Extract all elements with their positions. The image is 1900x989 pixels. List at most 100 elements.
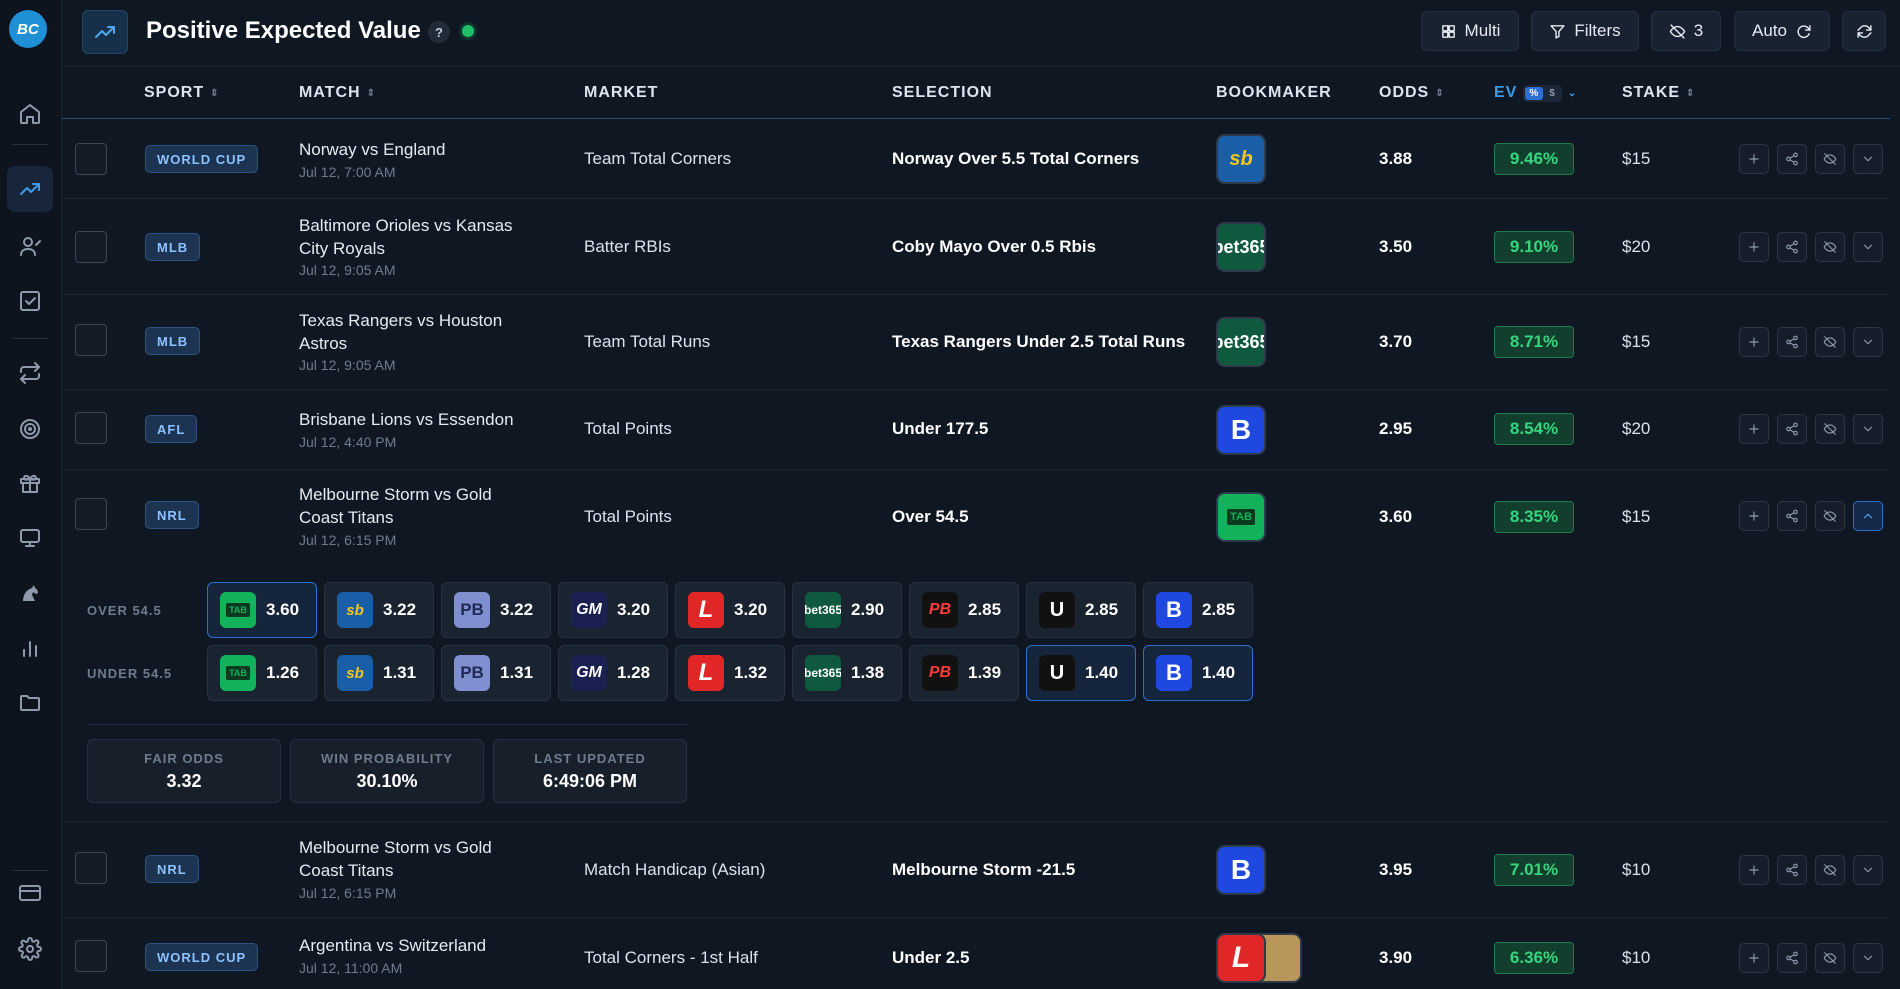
share-button[interactable] — [1777, 855, 1807, 885]
hidden-bets-button[interactable]: 3 — [1651, 11, 1721, 51]
odds-chip[interactable]: PB 1.39 — [909, 645, 1019, 701]
target-icon[interactable] — [7, 406, 53, 452]
gear-icon[interactable] — [7, 926, 53, 972]
expand-button[interactable] — [1853, 943, 1883, 973]
credit-card-icon[interactable] — [7, 870, 53, 916]
hide-button[interactable] — [1815, 501, 1845, 531]
home-icon[interactable] — [7, 91, 53, 137]
ev-value: 9.10% — [1494, 231, 1574, 263]
row-checkbox[interactable] — [75, 324, 107, 356]
col-sport[interactable]: SPORT ⇕ — [144, 84, 220, 102]
share-button[interactable] — [1777, 144, 1807, 174]
odds: 3.88 — [1379, 149, 1413, 168]
help-icon[interactable]: ? — [428, 21, 450, 43]
odds-chip[interactable]: GM 1.28 — [558, 645, 668, 701]
col-ev[interactable]: EV % $ ⌄ — [1494, 84, 1577, 102]
row-checkbox[interactable] — [75, 498, 107, 530]
col-match[interactable]: MATCH ⇕ — [299, 84, 376, 102]
folder-icon[interactable] — [7, 680, 53, 726]
bookmaker-logo[interactable]: B — [1216, 405, 1266, 455]
odds-chip[interactable]: TAB 1.26 — [207, 645, 317, 701]
add-button[interactable] — [1739, 232, 1769, 262]
hide-button[interactable] — [1815, 232, 1845, 262]
bookmaker-logo[interactable]: bet365 — [1216, 317, 1266, 367]
auto-refresh-button[interactable]: Auto — [1734, 11, 1830, 51]
hide-button[interactable] — [1815, 855, 1845, 885]
market: Total Points — [584, 507, 672, 526]
multi-button[interactable]: Multi — [1421, 11, 1519, 51]
user-icon[interactable] — [7, 223, 53, 269]
add-button[interactable] — [1739, 501, 1769, 531]
expand-button[interactable] — [1853, 144, 1883, 174]
hide-button[interactable] — [1815, 414, 1845, 444]
col-stake[interactable]: STAKE ⇕ — [1622, 84, 1695, 102]
table-row[interactable]: WORLD CUP Norway vs England Jul 12, 7:00… — [62, 119, 1890, 199]
odds-chip[interactable]: PB 3.22 — [441, 582, 551, 638]
bookmaker-logo[interactable]: L — [1216, 933, 1266, 983]
table-row[interactable]: AFL Brisbane Lions vs Essendon Jul 12, 4… — [62, 390, 1890, 470]
odds-chip[interactable]: U 1.40 — [1026, 645, 1136, 701]
hide-button[interactable] — [1815, 327, 1845, 357]
sport-badge: NRL — [145, 501, 199, 529]
gift-icon[interactable] — [7, 460, 53, 506]
odds-chip[interactable]: L 3.20 — [675, 582, 785, 638]
app-logo[interactable]: BC — [9, 10, 47, 48]
odds-chip[interactable]: sb 3.22 — [324, 582, 434, 638]
bar-chart-icon[interactable] — [7, 625, 53, 671]
trending-up-icon[interactable] — [7, 166, 53, 212]
add-button[interactable] — [1739, 855, 1769, 885]
repeat-icon[interactable] — [7, 350, 53, 396]
selection: Under 177.5 — [892, 419, 989, 438]
odds-chip[interactable]: U 2.85 — [1026, 582, 1136, 638]
share-button[interactable] — [1777, 501, 1807, 531]
odds-chip[interactable]: GM 3.20 — [558, 582, 668, 638]
add-button[interactable] — [1739, 327, 1769, 357]
row-checkbox[interactable] — [75, 231, 107, 263]
collapse-button[interactable] — [1853, 501, 1883, 531]
bookmaker-logo[interactable]: bet365 — [1216, 222, 1266, 272]
table-row-expanded[interactable]: NRL Melbourne Storm vs Gold Coast Titans… — [62, 470, 1890, 564]
table-row[interactable]: NRL Melbourne Storm vs Gold Coast Titans… — [62, 822, 1890, 918]
odds-chip[interactable]: bet365 1.38 — [792, 645, 902, 701]
bookmaker-logo[interactable]: B — [1216, 845, 1266, 895]
odds-chip[interactable]: L 1.32 — [675, 645, 785, 701]
row-checkbox[interactable] — [75, 940, 107, 972]
bookmaker-logo[interactable]: sb — [1216, 134, 1266, 184]
expand-button[interactable] — [1853, 855, 1883, 885]
odds-chip[interactable]: bet365 2.90 — [792, 582, 902, 638]
table-row[interactable]: MLB Baltimore Orioles vs Kansas City Roy… — [62, 199, 1890, 295]
odds-chip[interactable]: TAB 3.60 — [207, 582, 317, 638]
add-button[interactable] — [1739, 414, 1769, 444]
bookmaker-logo[interactable]: TAB — [1216, 492, 1266, 542]
row-checkbox[interactable] — [75, 852, 107, 884]
odds-chip[interactable]: B 2.85 — [1143, 582, 1253, 638]
share-button[interactable] — [1777, 327, 1807, 357]
monitor-icon[interactable] — [7, 515, 53, 561]
ev-unit-toggle[interactable]: % $ — [1523, 84, 1562, 102]
horse-icon[interactable] — [7, 570, 53, 616]
expand-button[interactable] — [1853, 232, 1883, 262]
checklist-icon[interactable] — [7, 278, 53, 324]
share-button[interactable] — [1777, 943, 1807, 973]
bookmaker-logo: L — [688, 592, 724, 628]
expand-button[interactable] — [1853, 414, 1883, 444]
hide-button[interactable] — [1815, 144, 1845, 174]
col-odds[interactable]: ODDS ⇕ — [1379, 84, 1445, 102]
row-checkbox[interactable] — [75, 412, 107, 444]
add-button[interactable] — [1739, 144, 1769, 174]
filters-button[interactable]: Filters — [1531, 11, 1639, 51]
add-button[interactable] — [1739, 943, 1769, 973]
odds-chip[interactable]: PB 2.85 — [909, 582, 1019, 638]
share-button[interactable] — [1777, 414, 1807, 444]
table-row[interactable]: WORLD CUP Argentina vs Switzerland Jul 1… — [62, 918, 1890, 989]
share-button[interactable] — [1777, 232, 1807, 262]
refresh-button[interactable] — [1842, 11, 1886, 51]
odds-chip[interactable]: B 1.40 — [1143, 645, 1253, 701]
row-checkbox[interactable] — [75, 143, 107, 175]
odds-chip[interactable]: PB 1.31 — [441, 645, 551, 701]
hide-button[interactable] — [1815, 943, 1845, 973]
table-row[interactable]: MLB Texas Rangers vs Houston Astros Jul … — [62, 295, 1890, 390]
expand-button[interactable] — [1853, 327, 1883, 357]
odds-chip[interactable]: sb 1.31 — [324, 645, 434, 701]
odds: 3.90 — [1379, 948, 1413, 967]
